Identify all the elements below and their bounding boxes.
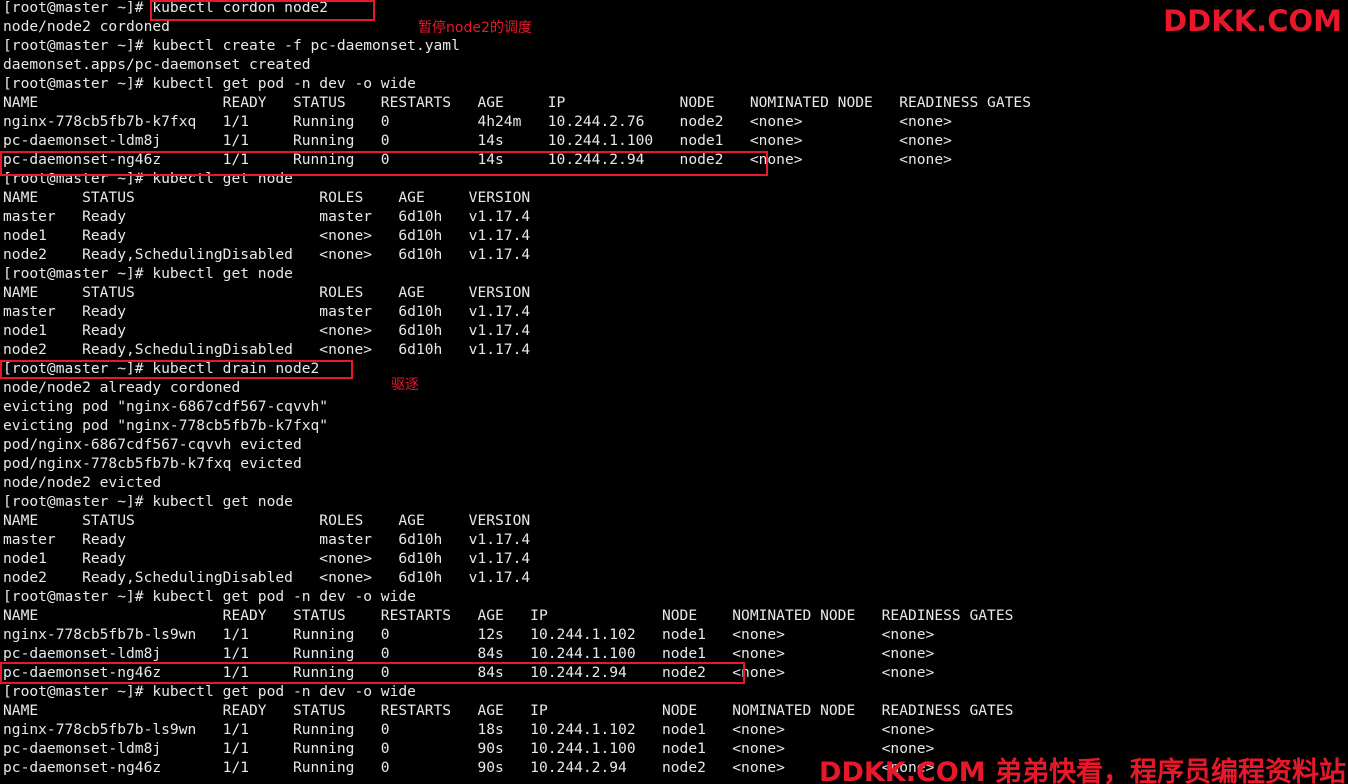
terminal-line: pc-daemonset-ldm8j 1/1 Running 0 90s 10.… xyxy=(3,740,935,757)
terminal-line: master Ready master 6d10h v1.17.4 xyxy=(3,531,531,548)
terminal-line: node2 Ready,SchedulingDisabled <none> 6d… xyxy=(3,569,531,586)
terminal-line: [root@master ~]# kubectl get node xyxy=(3,493,293,510)
highlight-box-drain-command xyxy=(0,360,353,379)
terminal-line: pc-daemonset-ldm8j 1/1 Running 0 14s 10.… xyxy=(3,132,952,149)
terminal-line: NAME READY STATUS RESTARTS AGE IP NODE N… xyxy=(3,607,1014,624)
terminal-line: pc-daemonset-ldm8j 1/1 Running 0 84s 10.… xyxy=(3,645,935,662)
watermark-bottom: DDKK.COM 弟弟快看，程序员编程资料站 xyxy=(819,757,1346,784)
terminal-line: [root@master ~]# kubectl get pod -n dev … xyxy=(3,683,416,700)
terminal-line: [root@master ~]# kubectl get node xyxy=(3,265,293,282)
terminal-line: [root@master ~]# kubectl get pod -n dev … xyxy=(3,75,416,92)
terminal-line: node2 Ready,SchedulingDisabled <none> 6d… xyxy=(3,341,531,358)
terminal-line: node1 Ready <none> 6d10h v1.17.4 xyxy=(3,322,531,339)
highlight-box-cordon-command xyxy=(150,0,375,21)
watermark-top: DDKK.COM xyxy=(1163,4,1342,38)
terminal-line: pod/nginx-6867cdf567-cqvvh evicted xyxy=(3,436,302,453)
terminal-line: node1 Ready <none> 6d10h v1.17.4 xyxy=(3,227,531,244)
terminal-line: [root@master ~]# kubectl create -f pc-da… xyxy=(3,37,460,54)
terminal-line: node/node2 evicted xyxy=(3,474,162,491)
terminal-line: NAME STATUS ROLES AGE VERSION xyxy=(3,512,531,529)
terminal-line: node/node2 already cordoned xyxy=(3,379,241,396)
terminal-line: evicting pod "nginx-6867cdf567-cqvvh" xyxy=(3,398,329,415)
terminal-line: evicting pod "nginx-778cb5fb7b-k7fxq" xyxy=(3,417,329,434)
terminal-line: [root@master ~]# kubectl get pod -n dev … xyxy=(3,588,416,605)
annotation-cordon-note: 暂停node2的调度 xyxy=(418,20,532,36)
terminal-line: NAME STATUS ROLES AGE VERSION xyxy=(3,284,531,301)
terminal-line: nginx-778cb5fb7b-k7fxq 1/1 Running 0 4h2… xyxy=(3,113,952,130)
terminal-line: node/node2 cordoned xyxy=(3,18,170,35)
terminal-line: daemonset.apps/pc-daemonset created xyxy=(3,56,311,73)
highlight-box-daemonset-pod-row xyxy=(0,151,768,176)
terminal-line: NAME STATUS ROLES AGE VERSION xyxy=(3,189,531,206)
terminal-line: node2 Ready,SchedulingDisabled <none> 6d… xyxy=(3,246,531,263)
terminal-line: NAME READY STATUS RESTARTS AGE IP NODE N… xyxy=(3,94,1031,111)
terminal-line: master Ready master 6d10h v1.17.4 xyxy=(3,208,531,225)
annotation-drain-note: 驱逐 xyxy=(391,377,419,393)
terminal-line: pod/nginx-778cb5fb7b-k7fxq evicted xyxy=(3,455,302,472)
terminal-line: nginx-778cb5fb7b-ls9wn 1/1 Running 0 18s… xyxy=(3,721,935,738)
terminal-line: nginx-778cb5fb7b-ls9wn 1/1 Running 0 12s… xyxy=(3,626,935,643)
highlight-box-daemonset-pod-row-after-drain xyxy=(0,662,745,684)
terminal-line: pc-daemonset-ng46z 1/1 Running 0 90s 10.… xyxy=(3,759,935,776)
terminal-line: node1 Ready <none> 6d10h v1.17.4 xyxy=(3,550,531,567)
terminal-window[interactable]: [root@master ~]# kubectl cordon node2 nod… xyxy=(0,0,1348,784)
terminal-line: NAME READY STATUS RESTARTS AGE IP NODE N… xyxy=(3,702,1014,719)
terminal-line: master Ready master 6d10h v1.17.4 xyxy=(3,303,531,320)
